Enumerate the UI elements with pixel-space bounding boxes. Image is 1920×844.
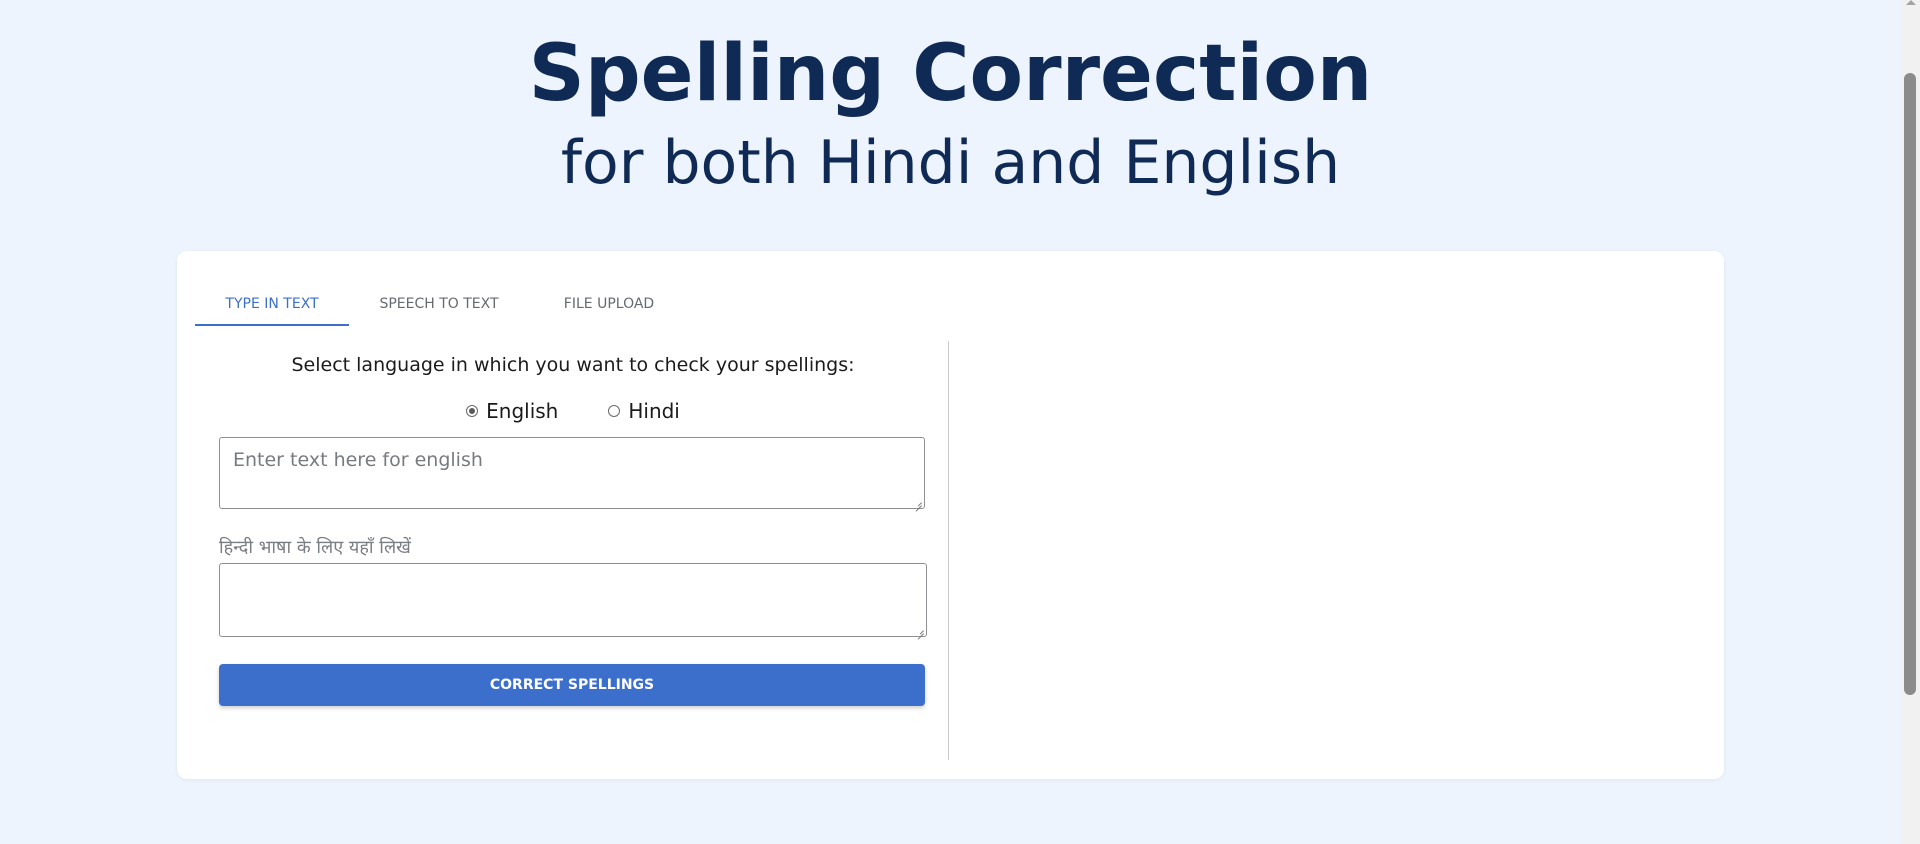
radio-hindi-circle[interactable] <box>608 405 621 417</box>
tab-bar: TYPE IN TEXT SPEECH TO TEXT FILE UPLOAD <box>195 281 689 326</box>
radio-english-label: English <box>486 399 559 423</box>
scroll-up-arrow-icon[interactable] <box>1906 0 1916 5</box>
tab-file-upload[interactable]: FILE UPLOAD <box>529 281 689 326</box>
main-content: Spelling Correction for both Hindi and E… <box>0 0 1901 844</box>
vertical-scrollbar[interactable] <box>1901 0 1920 844</box>
radio-english-circle[interactable] <box>466 405 479 417</box>
radio-hindi-label: Hindi <box>628 399 680 423</box>
english-text-placeholder: Enter text here for english <box>233 449 483 471</box>
panel-divider <box>948 341 949 760</box>
radio-hindi[interactable]: Hindi <box>608 399 680 423</box>
type-in-text-panel: Select language in which you want to che… <box>219 341 927 706</box>
tab-speech-to-text[interactable]: SPEECH TO TEXT <box>349 281 529 326</box>
resize-grip-icon[interactable] <box>913 497 922 506</box>
language-prompt: Select language in which you want to che… <box>291 354 855 376</box>
scrollbar-thumb[interactable] <box>1904 73 1916 695</box>
english-text-input[interactable]: Enter text here for english <box>219 437 925 509</box>
tab-type-in-text[interactable]: TYPE IN TEXT <box>195 281 349 326</box>
page: Spelling Correction for both Hindi and E… <box>0 0 1920 844</box>
hindi-text-input[interactable] <box>219 563 927 637</box>
page-title: Spelling Correction <box>528 29 1373 119</box>
hindi-input-label: हिन्दी भाषा के लिए यहाँ लिखें <box>219 537 411 558</box>
spelling-card: TYPE IN TEXT SPEECH TO TEXT FILE UPLOAD … <box>177 251 1724 779</box>
page-subtitle: for both Hindi and English <box>560 128 1341 198</box>
resize-grip-icon[interactable] <box>915 625 924 634</box>
radio-english[interactable]: English <box>466 399 558 423</box>
correct-spellings-button[interactable]: CORRECT SPELLINGS <box>219 664 925 706</box>
language-radio-group: English Hindi <box>219 399 927 423</box>
